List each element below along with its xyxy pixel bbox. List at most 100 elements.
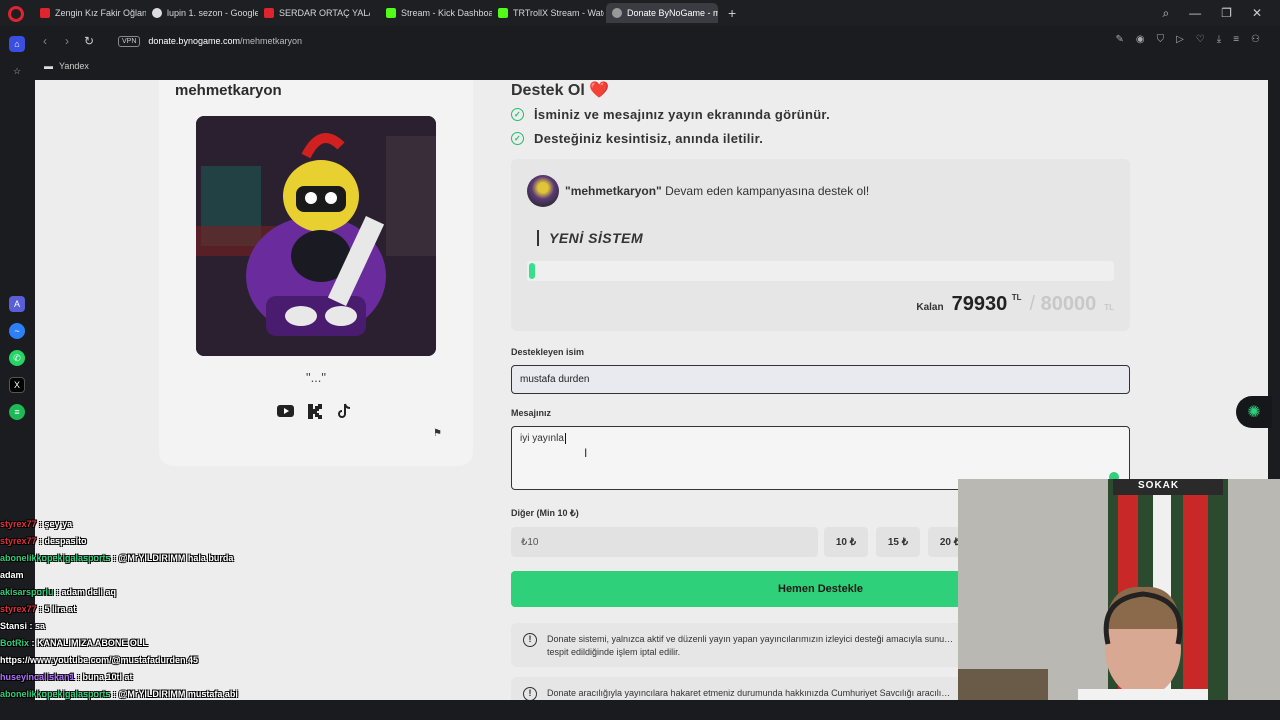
campaign-card: "mehmetkaryon" Devam eden kampanyasına d… (511, 159, 1130, 331)
bookmark-yandex[interactable]: Yandex (59, 61, 89, 71)
text-caret (564, 433, 566, 444)
edit-icon[interactable]: ✎ (1115, 34, 1123, 45)
check-circle-icon: ✓ (511, 132, 524, 145)
chat-message: https://www.youtube.com/@mustafadurden.4… (0, 655, 198, 665)
amount-10-button[interactable]: 10 ₺ (824, 527, 868, 557)
menu-icon[interactable]: ≡ (1233, 34, 1239, 45)
amount-15-button[interactable]: 15 ₺ (876, 527, 920, 557)
chat-separator: : (74, 672, 83, 682)
chat-line: huseyincaliskan1 : buna 10tl at (0, 669, 300, 686)
youtube-link-icon[interactable] (276, 402, 294, 420)
info-icon: ! (523, 633, 537, 647)
chat-username: abonelikkopekigalasports (0, 553, 111, 563)
tab-1[interactable]: Zengin Kız Fakir Oğlan 13. (34, 3, 146, 23)
chat-line: Stansi : sa (0, 618, 300, 635)
download-icon[interactable]: ⤓ (1217, 34, 1221, 45)
x-icon[interactable]: X (9, 377, 25, 393)
custom-amount-input[interactable]: ₺10 (511, 527, 818, 557)
bookmark-folder-icon: ▬ (44, 61, 53, 71)
chat-username: akisarsporlu (0, 587, 54, 597)
chat-line: styrex77 : 5 lira at (0, 601, 300, 618)
report-flag-icon[interactable]: ⚑ (433, 428, 442, 439)
profile-icon[interactable]: ⚇ (1251, 34, 1260, 45)
chat-username: styrex77 (0, 519, 37, 529)
donate-title: Destek Ol ❤️ (511, 82, 610, 99)
star-icon[interactable]: ☆ (9, 63, 25, 79)
camera-icon[interactable]: ◉ (1136, 34, 1145, 45)
chat-message: @MrYILDIRIMM mustafa abi (118, 689, 238, 699)
chat-message: adam deli aq (61, 587, 117, 597)
address-bar[interactable]: donate.bynogame.com/mehmetkaryon (148, 36, 302, 46)
profile-card: mehmetkaryon "..." ⚑ (159, 80, 473, 466)
chat-line: https://www.youtube.com/@mustafadurden.4… (0, 652, 300, 669)
new-tab-button[interactable]: + (728, 5, 736, 21)
window-controls: ⌕ — ❐ ✕ (1162, 0, 1280, 26)
kick-link-icon[interactable] (306, 402, 324, 420)
close-icon[interactable]: ✕ (1252, 6, 1262, 20)
aria-icon[interactable]: A (9, 296, 25, 312)
campaign-text: "mehmetkaryon" Devam eden kampanyasına d… (565, 184, 870, 198)
taskbar (0, 700, 1280, 720)
chat-message: sa (35, 621, 46, 631)
chat-message: despasito (44, 536, 87, 546)
tab-4[interactable]: Stream - Kick Dashboard (380, 3, 492, 23)
chat-separator: : (36, 604, 45, 614)
chat-separator: : (53, 587, 62, 597)
youtube-icon (40, 8, 50, 18)
benefit-2: ✓ Desteğiniz kesintisiz, anında iletilir. (511, 131, 763, 146)
campaign-title: YENİ SİSTEM (537, 230, 643, 246)
amount-label: Diğer (Min 10 ₺) (511, 508, 579, 518)
heart-icon[interactable]: ♡ (1196, 34, 1205, 45)
chat-message: KANALIMIZA ABONE OLL (37, 638, 148, 648)
shield-icon[interactable]: ⛉ (1157, 34, 1165, 45)
chat-username: abonelikkopekigalasports (0, 689, 111, 699)
message-label: Mesajınız (511, 408, 552, 418)
reload-icon[interactable]: ↻ (78, 34, 100, 48)
google-icon (152, 8, 162, 18)
campaign-progress-bar (527, 261, 1114, 281)
chat-username: BotRix (0, 638, 29, 648)
check-circle-icon: ✓ (511, 108, 524, 121)
chat-separator: : (36, 519, 45, 529)
supporter-name-input[interactable]: mustafa durden (511, 365, 1130, 394)
chat-username: Stansi (0, 621, 28, 631)
campaign-avatar (527, 175, 559, 207)
search-tabs-icon[interactable]: ⌕ (1162, 6, 1169, 21)
tiktok-link-icon[interactable] (336, 402, 354, 420)
name-label: Destekleyen isim (511, 347, 585, 357)
chat-username: styrex77 (0, 604, 37, 614)
tab-bar: Zengin Kız Fakir Oğlan 13. lupin 1. sezo… (0, 0, 1280, 26)
chat-line: styrex77 : şey ya (0, 516, 300, 533)
profile-name: mehmetkaryon (175, 82, 282, 99)
chat-line: adam (0, 567, 300, 584)
bynogame-icon (612, 8, 622, 18)
play-icon[interactable]: ▷ (1176, 34, 1184, 45)
forward-icon[interactable]: › (56, 34, 78, 48)
back-icon[interactable]: ‹ (34, 34, 56, 48)
profile-quote: "..." (305, 370, 327, 385)
vpn-badge[interactable]: VPN (118, 35, 141, 47)
tab-3[interactable]: SERDAR ORTAÇ YALAN M (258, 3, 370, 23)
chat-username: styrex77 (0, 536, 37, 546)
tab-active-donate[interactable]: Donate ByNoGame - meh (606, 3, 718, 23)
whatsapp-icon[interactable]: ✆ (9, 350, 25, 366)
benefit-1: ✓ İsminiz ve mesajınız yayın ekranında gö… (511, 107, 830, 122)
chat-separator: : (110, 553, 119, 563)
chat-separator: : (27, 621, 36, 631)
tab-2[interactable]: lupin 1. sezon - Google'da (146, 3, 258, 23)
maximize-icon[interactable]: ❐ (1221, 6, 1232, 20)
chat-line: BotRix : KANALIMIZA ABONE OLL (0, 635, 300, 652)
minimize-icon[interactable]: — (1189, 6, 1201, 20)
chat-message: şey ya (44, 519, 73, 529)
social-links (276, 402, 354, 420)
opera-logo-icon[interactable] (8, 6, 24, 22)
ai-assistant-button[interactable]: ✺ (1236, 396, 1272, 428)
ibeam-cursor-icon: I (584, 446, 588, 460)
spotify-icon[interactable]: ≡ (9, 404, 25, 420)
tab-5[interactable]: TRTrollX Stream - Watch L (492, 3, 604, 23)
kick-icon (386, 8, 396, 18)
campaign-remaining: Kalan 79930 TL / 80000 TL (916, 293, 1114, 315)
home-icon[interactable]: ⌂ (9, 36, 25, 52)
messenger-icon[interactable]: ~ (9, 323, 25, 339)
profile-avatar (196, 116, 436, 356)
